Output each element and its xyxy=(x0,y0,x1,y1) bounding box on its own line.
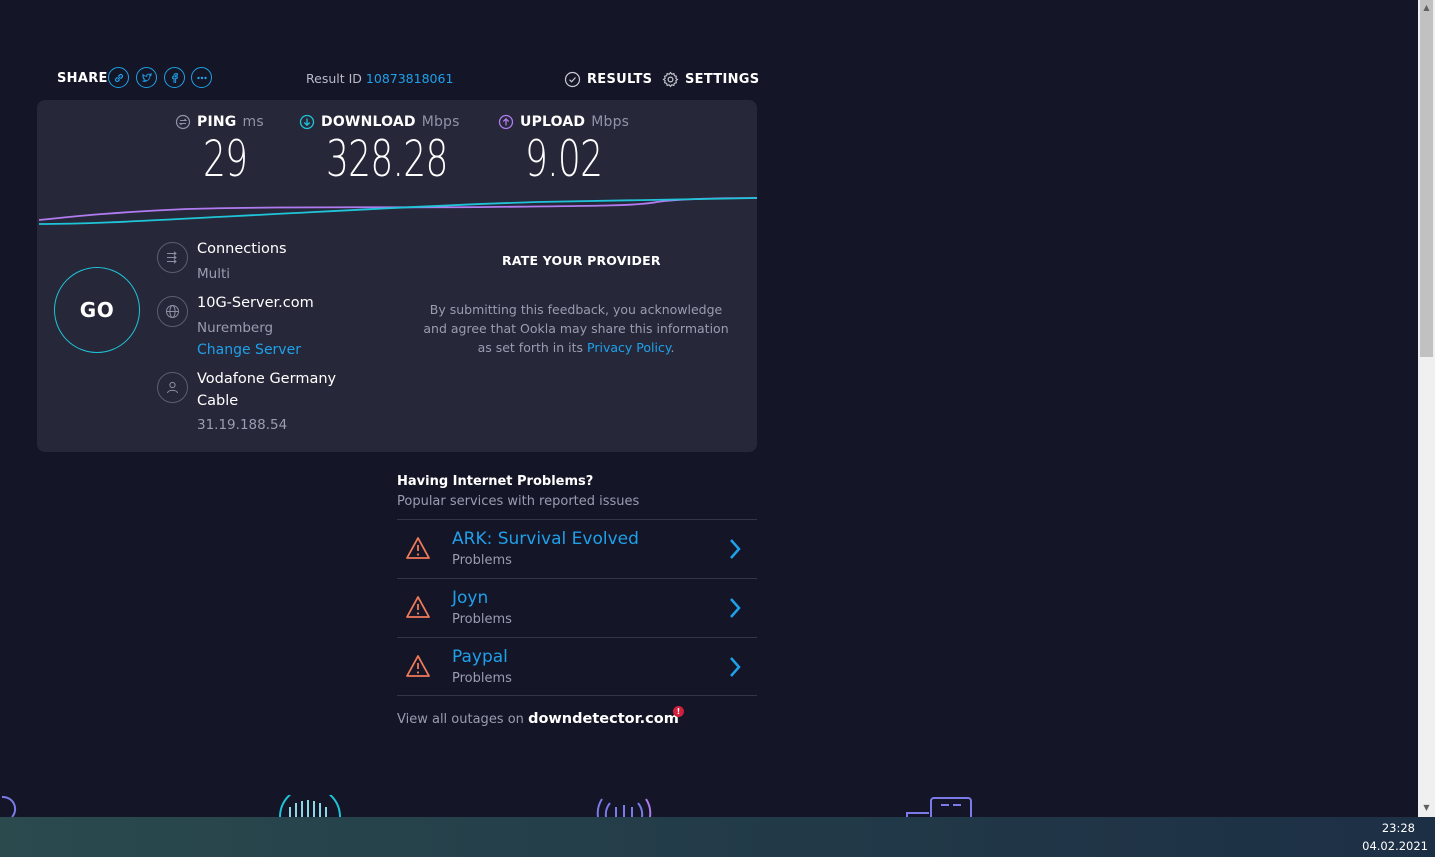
signal-waves-icon xyxy=(596,798,652,817)
provider-name-line2: Cable xyxy=(197,393,239,409)
problem-service-name[interactable]: ARK: Survival Evolved xyxy=(452,529,639,549)
taskbar xyxy=(0,817,1435,857)
upload-value: 9.02 xyxy=(525,130,603,188)
problems-subtitle: Popular services with reported issues xyxy=(397,494,640,509)
chevron-right-icon[interactable] xyxy=(727,537,743,561)
taskbar-clock-time[interactable]: 23:28 xyxy=(1382,821,1415,835)
upload-unit: Mbps xyxy=(591,114,630,130)
settings-label: SETTINGS xyxy=(685,72,760,87)
download-arrow-icon xyxy=(299,114,315,130)
disclaimer-period: . xyxy=(670,340,675,355)
provider-name-line1: Vodafone Germany xyxy=(197,371,337,387)
problem-service-name[interactable]: Joyn xyxy=(452,588,488,608)
facebook-icon[interactable] xyxy=(164,67,185,88)
connections-title: Connections xyxy=(197,241,287,257)
connections-icon xyxy=(157,242,188,273)
problem-item[interactable]: Joyn Problems xyxy=(397,578,757,637)
provider-ip: 31.19.188.54 xyxy=(197,417,288,433)
disclaimer-line3: as set forth in its Privacy Policy. xyxy=(417,338,735,357)
warning-icon xyxy=(406,537,430,559)
rate-provider-disclaimer: By submitting this feedback, you acknowl… xyxy=(417,300,735,357)
ping-header: PING ms xyxy=(175,114,264,130)
problems-list: ARK: Survival Evolved Problems Joyn Prob… xyxy=(397,519,757,696)
go-button[interactable]: GO xyxy=(54,267,140,353)
taskbar-clock-date[interactable]: 04.02.2021 xyxy=(1362,839,1428,853)
problems-title: Having Internet Problems? xyxy=(397,474,594,489)
ping-value: 29 xyxy=(203,130,248,188)
gauge-icon xyxy=(279,795,341,817)
check-circle-icon xyxy=(564,71,581,88)
result-id-link[interactable]: 10873818061 xyxy=(366,71,453,86)
problem-item[interactable]: Paypal Problems xyxy=(397,637,757,696)
speed-graph xyxy=(38,197,757,225)
download-header: DOWNLOAD Mbps xyxy=(299,114,460,130)
disclaimer-line3-prefix: as set forth in its xyxy=(477,340,584,355)
problem-status: Problems xyxy=(452,671,512,686)
problem-status: Problems xyxy=(452,553,512,568)
change-server-link[interactable]: Change Server xyxy=(197,342,301,358)
disclaimer-line1: By submitting this feedback, you acknowl… xyxy=(429,302,723,317)
settings-button[interactable]: SETTINGS xyxy=(662,71,759,88)
results-label: RESULTS xyxy=(587,72,653,87)
rate-provider-title: RATE YOUR PROVIDER xyxy=(502,253,661,268)
problem-item[interactable]: ARK: Survival Evolved Problems xyxy=(397,519,757,578)
scrollbar-thumb[interactable] xyxy=(1420,0,1433,357)
chevron-right-icon[interactable] xyxy=(727,596,743,620)
warning-icon xyxy=(406,655,430,677)
ping-label: PING xyxy=(197,114,237,130)
results-button[interactable]: RESULTS xyxy=(564,71,652,88)
upload-header: UPLOAD Mbps xyxy=(498,114,629,130)
results-panel: PING ms 29 DOWNLOAD Mbps 328.28 UPLOAD M… xyxy=(37,100,757,452)
globe-icon xyxy=(157,296,188,327)
outages-prefix: View all outages on xyxy=(397,712,524,727)
scroll-down-arrow-icon[interactable]: ▼ xyxy=(1418,800,1435,814)
partial-circle-icon xyxy=(1,795,17,817)
chevron-right-icon[interactable] xyxy=(727,655,743,679)
warning-icon xyxy=(406,596,430,618)
download-value: 328.28 xyxy=(326,130,448,188)
view-outages-text: View all outages on downdetector.com xyxy=(397,711,679,727)
ping-unit: ms xyxy=(242,114,264,130)
download-label: DOWNLOAD xyxy=(321,114,416,130)
result-id-label: Result ID 10873818061 xyxy=(306,71,453,86)
problem-status: Problems xyxy=(452,612,512,627)
gear-icon xyxy=(662,71,679,88)
twitter-icon[interactable] xyxy=(136,67,157,88)
download-unit: Mbps xyxy=(421,114,460,130)
scroll-up-arrow-icon[interactable]: ▲ xyxy=(1418,0,1435,14)
connections-value: Multi xyxy=(197,266,230,282)
share-label: SHARE xyxy=(57,71,108,86)
disclaimer-line2: and agree that Ookla may share this info… xyxy=(423,321,729,336)
server-name: 10G-Server.com xyxy=(197,295,314,311)
privacy-policy-link[interactable]: Privacy Policy xyxy=(587,340,670,355)
result-label-text: Result ID xyxy=(306,71,362,86)
downdetector-link[interactable]: downdetector.com xyxy=(528,711,679,727)
downdetector-alert-badge: ! xyxy=(673,706,684,717)
upload-label: UPLOAD xyxy=(520,114,586,130)
upload-arrow-icon xyxy=(498,114,514,130)
server-location: Nuremberg xyxy=(197,320,274,336)
user-icon xyxy=(157,372,188,403)
more-icon[interactable] xyxy=(191,67,212,88)
chat-bubble-icon xyxy=(906,797,972,817)
link-icon[interactable] xyxy=(108,67,129,88)
problem-service-name[interactable]: Paypal xyxy=(452,647,508,667)
ping-icon xyxy=(175,114,191,130)
